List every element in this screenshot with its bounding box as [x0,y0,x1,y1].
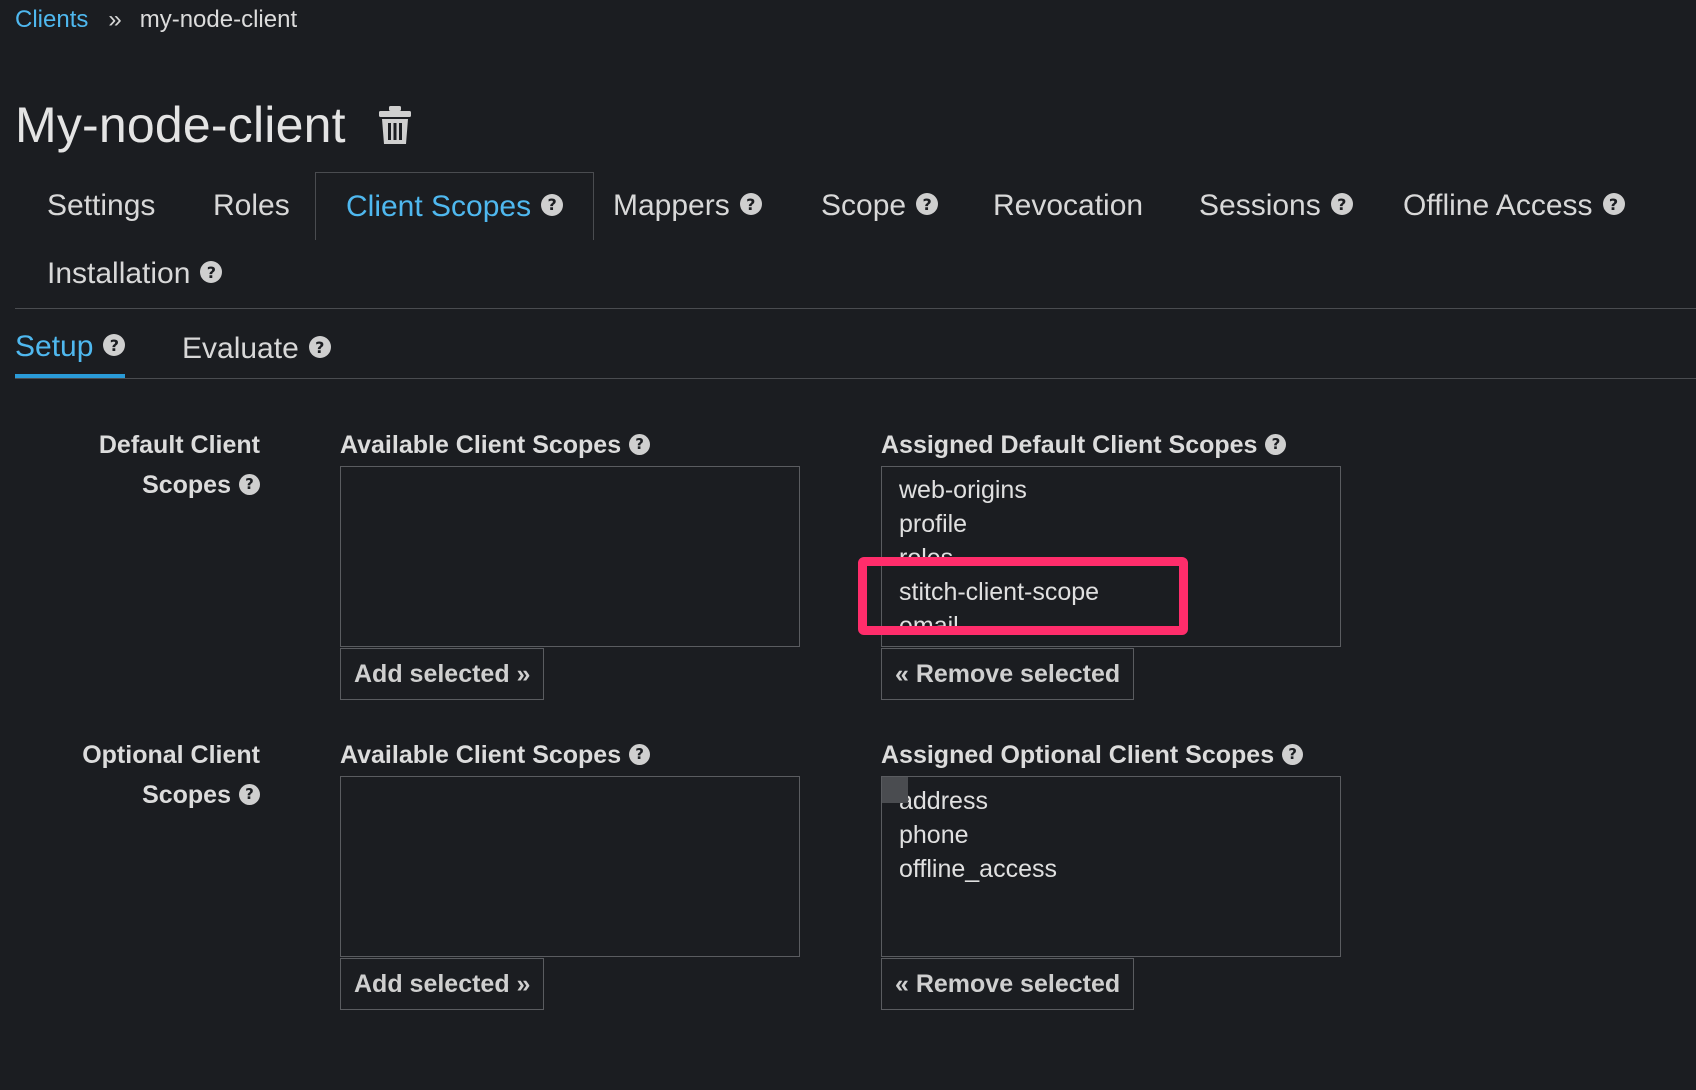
tab-client-scopes[interactable]: Client Scopes ? [315,172,595,240]
tab-sessions[interactable]: Sessions ? [1199,172,1353,240]
breadcrumb-current: my-node-client [139,6,298,33]
optional-remove-selected-button[interactable]: « Remove selected [881,958,1135,1010]
subtab-label: Evaluate [182,332,299,365]
default-available-label: Available Client Scopes? [340,431,651,460]
tab-settings[interactable]: Settings [47,172,155,240]
help-icon[interactable]: ? [1330,193,1353,215]
tab-label: Sessions [1199,189,1321,222]
trash-icon[interactable] [378,105,412,145]
default-assigned-label: Assigned Default Client Scopes? [881,431,1287,460]
tab-label: Scope [821,189,907,222]
help-icon[interactable]: ? [629,433,651,455]
tabs-divider [15,308,1696,309]
page: Clients » my-node-client My-node-client … [0,0,1696,1090]
tab-offline-access[interactable]: Offline Access ? [1403,172,1625,240]
title-row: My-node-client [15,96,412,154]
help-icon[interactable]: ? [739,193,762,215]
tab-label: Roles [213,189,290,222]
subtab-evaluate[interactable]: Evaluate ? [182,320,331,378]
list-item[interactable]: profile [882,507,1340,541]
optional-add-selected-button[interactable]: Add selected » [340,958,545,1010]
help-icon[interactable]: ? [103,334,126,356]
list-item[interactable]: offline_access [882,852,1340,886]
help-icon[interactable]: ? [239,473,260,495]
help-icon[interactable]: ? [1602,193,1625,215]
help-icon[interactable]: ? [1282,743,1304,765]
highlight-annotation [858,557,1188,635]
help-icon[interactable]: ? [916,193,939,215]
tab-mappers[interactable]: Mappers ? [613,172,762,240]
tab-label: Settings [47,189,156,222]
tab-roles[interactable]: Roles [213,172,290,240]
default-remove-selected-button[interactable]: « Remove selected [881,648,1135,700]
optional-assigned-label: Assigned Optional Client Scopes? [881,741,1304,770]
default-scopes-label: Default Client Scopes? [15,425,260,505]
tab-label: Installation [47,257,191,290]
breadcrumb-separator: » [108,6,122,33]
default-add-selected-button[interactable]: Add selected » [340,648,545,700]
row-label-line: Optional Client [82,741,260,769]
list-item[interactable]: web-origins [882,473,1340,507]
focus-indicator [882,777,908,803]
optional-scopes-label: Optional Client Scopes? [15,735,260,815]
row-label-line-2: Scopes? [15,775,260,815]
optional-available-listbox[interactable] [340,776,800,957]
optional-available-label: Available Client Scopes? [340,741,651,770]
tab-label: Mappers [613,189,730,222]
subtab-label: Setup [15,330,94,363]
tab-scope[interactable]: Scope ? [821,172,939,240]
row-label-line-2: Scopes? [15,465,260,505]
tab-label: Revocation [993,189,1144,222]
tab-label: Offline Access [1403,189,1593,222]
list-item[interactable]: address [882,784,1340,818]
subtab-setup[interactable]: Setup ? [15,320,126,378]
help-icon[interactable]: ? [200,261,223,283]
tab-revocation[interactable]: Revocation [993,172,1143,240]
help-icon[interactable]: ? [541,193,564,216]
help-icon[interactable]: ? [308,336,331,358]
subtabs-divider [15,378,1696,379]
list-item[interactable]: phone [882,818,1340,852]
page-title: My-node-client [15,97,346,153]
row-label-line: Default Client [98,431,260,459]
optional-assigned-listbox[interactable]: address phone offline_access [881,776,1341,957]
default-available-listbox[interactable] [340,466,800,647]
help-icon[interactable]: ? [629,743,651,765]
breadcrumb-clients-link[interactable]: Clients [15,6,88,34]
tab-installation[interactable]: Installation ? [47,240,223,308]
help-icon[interactable]: ? [239,783,260,805]
breadcrumb: Clients » my-node-client [15,6,297,34]
help-icon[interactable]: ? [1265,433,1287,455]
tab-label: Client Scopes [346,189,532,223]
